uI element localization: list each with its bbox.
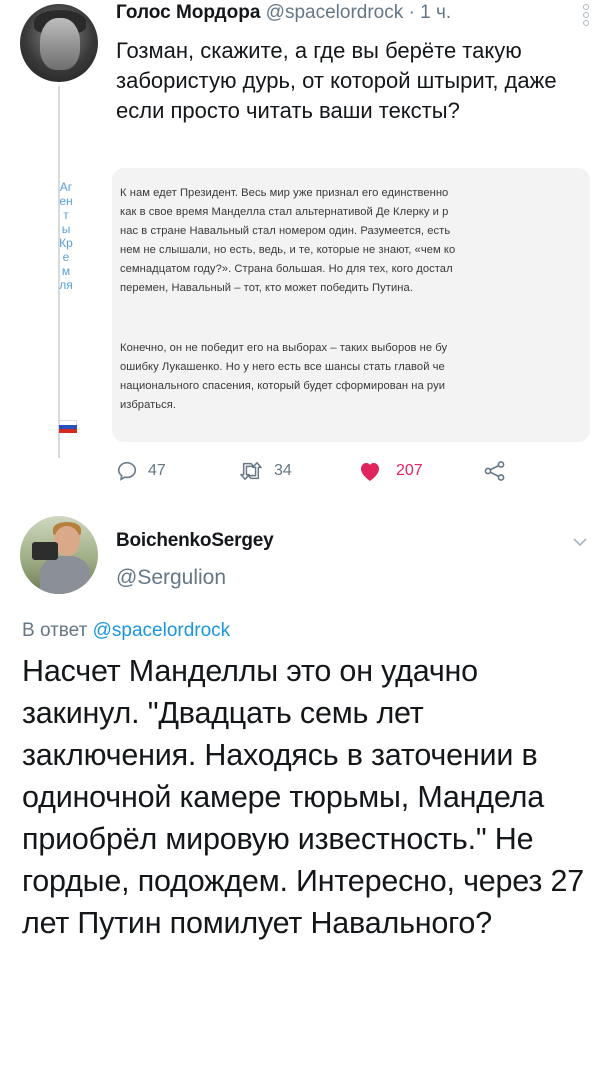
reply-mention-link[interactable]: @spacelordrock — [93, 620, 231, 641]
avatar[interactable] — [20, 516, 98, 594]
quoted-line: ошибку Лукашенко. Но у него есть все шан… — [120, 361, 445, 373]
heart-icon — [361, 463, 379, 481]
author-name[interactable]: Голос Мордора — [116, 2, 260, 23]
chevron-down-icon[interactable] — [572, 534, 588, 552]
avatar-body — [40, 556, 90, 594]
russian-flag-icon — [59, 420, 77, 433]
reply-prefix: В ответ — [22, 620, 88, 641]
quoted-line: как в свое время Манделла стал альтернат… — [120, 206, 449, 218]
author-handle: @spacelordrock · 1 ч. — [265, 2, 452, 23]
quoted-paragraph-1: К нам едет Президент. Весь мир уже призн… — [120, 184, 590, 298]
author-name[interactable]: BoichenkoSergey — [116, 530, 274, 552]
reply-count: 47 — [148, 462, 166, 479]
quoted-line: К нам едет Президент. Весь мир уже призн… — [120, 187, 449, 199]
reply-button[interactable]: 47 — [116, 458, 166, 484]
quoted-line: семнадцатом году?». Страна большая. Но д… — [120, 263, 453, 275]
quoted-line: перемен, Навальный – тот, кто может побе… — [120, 282, 413, 294]
quoted-line: избраться. — [120, 399, 177, 411]
retweet-button[interactable]: 34 — [238, 458, 292, 484]
tweet-time: 1 ч. — [420, 2, 452, 23]
avatar[interactable] — [20, 4, 98, 82]
share-button[interactable] — [483, 458, 507, 484]
quoted-line: нас в стране Навальный стал номером один… — [120, 225, 451, 237]
side-caption: Агенты Кремля — [59, 180, 73, 292]
quoted-image[interactable]: К нам едет Президент. Весь мир уже призн… — [112, 168, 590, 442]
retweet-icon — [240, 462, 262, 480]
like-count: 207 — [396, 462, 423, 479]
quoted-line: нем не слышали, но есть, ведь, и те, кот… — [120, 244, 456, 256]
more-icon[interactable] — [583, 4, 589, 26]
camera-icon — [32, 542, 58, 560]
like-button[interactable]: 207 — [358, 458, 423, 484]
retweet-count: 34 — [274, 462, 292, 479]
reply-context: В ответ @spacelordrock — [22, 620, 230, 642]
share-icon — [484, 461, 505, 481]
quoted-line: национального спасения, который будет сф… — [120, 380, 446, 392]
quoted-line: Конечно, он не победит его на выборах – … — [120, 342, 448, 354]
reply-icon — [117, 461, 137, 481]
tweet-text: Гозман, скажите, а где вы берёте такую з… — [116, 38, 557, 123]
avatar-face — [40, 18, 80, 70]
quoted-paragraph-2: Конечно, он не победит его на выборах – … — [120, 339, 590, 415]
author-handle[interactable]: @Sergulion — [116, 566, 226, 590]
tweet-header: Голос Мордора @spacelordrock · 1 ч. — [116, 2, 451, 24]
tweet-text: Насчет Манделлы это он удачно закинул. "… — [22, 654, 584, 940]
